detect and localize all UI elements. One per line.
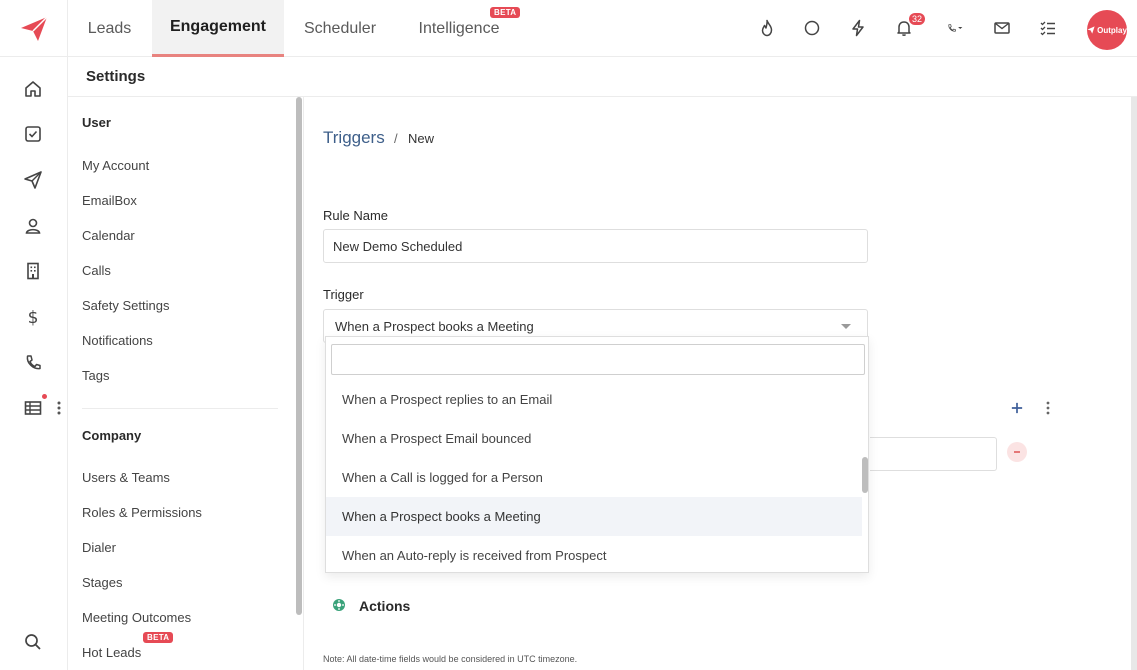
breadcrumb-current: New (408, 131, 435, 146)
tab-label: Leads (87, 19, 132, 37)
trigger-option[interactable]: When a Call is logged for a Person (326, 458, 862, 497)
sidebar-scrollbar[interactable] (296, 97, 302, 615)
trigger-option[interactable]: When a Prospect Email bounced (326, 419, 862, 458)
company-section-heading: Company (82, 428, 142, 443)
tab-scheduler[interactable]: Scheduler (292, 0, 388, 57)
condition-more-button[interactable] (1041, 397, 1055, 419)
sidebar-item-my-account[interactable]: My Account (82, 158, 149, 173)
plus-icon (1011, 402, 1023, 414)
sidebar-item-calls[interactable]: Calls (82, 263, 111, 278)
calls-phone-icon[interactable] (22, 352, 44, 374)
mail-envelope-icon[interactable] (991, 17, 1013, 39)
add-condition-button[interactable] (1006, 397, 1028, 419)
chevron-down-icon (841, 324, 851, 329)
breadcrumb-triggers-link[interactable]: Triggers (323, 128, 385, 148)
lightning-icon[interactable] (847, 17, 869, 39)
hot-leads-beta-badge: BETA (143, 632, 174, 643)
tab-label: Intelligence (418, 19, 500, 37)
checklist-icon[interactable] (1037, 17, 1059, 39)
tasks-check-icon[interactable] (22, 123, 44, 145)
trigger-option[interactable]: When an Auto-reply is received from Pros… (326, 536, 862, 575)
sidebar-item-dialer[interactable]: Dialer (82, 540, 116, 555)
trigger-label: Trigger (323, 287, 364, 302)
utc-timezone-note: Note: All date-time fields would be cons… (323, 654, 578, 664)
outplay-logo-icon[interactable] (20, 16, 48, 42)
dropdown-scrollbar[interactable] (862, 457, 868, 493)
hot-flame-icon[interactable] (756, 17, 778, 39)
main-scrollbar[interactable] (1131, 97, 1137, 670)
reports-table-icon[interactable] (22, 397, 44, 419)
trigger-option[interactable]: When a Prospect replies to an Email (326, 380, 862, 419)
search-icon[interactable] (22, 631, 44, 653)
sidebar-item-meeting-outcomes[interactable]: Meeting Outcomes (82, 610, 191, 625)
remove-condition-button[interactable] (1007, 442, 1027, 462)
avatar-label: Outplay (1097, 25, 1127, 35)
trigger-dropdown-menu: When a Prospect replies to an Email When… (325, 336, 869, 573)
kebab-icon (1046, 401, 1050, 415)
sidebar-item-users-teams[interactable]: Users & Teams (82, 470, 170, 485)
settings-title: Settings (86, 68, 146, 85)
rule-name-label: Rule Name (323, 208, 389, 223)
actions-section-label: Actions (359, 598, 411, 614)
sidebar-item-tags[interactable]: Tags (82, 368, 109, 383)
sidebar-item-calendar[interactable]: Calendar (82, 228, 135, 243)
sidebar-item-roles-permissions[interactable]: Roles & Permissions (82, 505, 202, 520)
more-kebab-icon[interactable] (55, 399, 63, 417)
dialer-phone-dropdown-icon[interactable] (939, 17, 973, 39)
svg-text:$: $ (28, 308, 39, 327)
sidebar-item-hot-leads[interactable]: Hot Leads (82, 645, 141, 660)
deals-dollar-icon[interactable]: $ (22, 306, 44, 328)
rail-divider (0, 56, 68, 57)
sidebar-divider (82, 408, 278, 409)
status-circle-icon[interactable] (801, 17, 823, 39)
tab-engagement[interactable]: Engagement (152, 0, 284, 57)
notification-count-badge: 32 (909, 13, 926, 25)
trigger-search-input[interactable] (331, 344, 865, 375)
top-navigation: Leads Engagement Scheduler Intelligence … (68, 0, 1137, 57)
sidebar-item-stages[interactable]: Stages (82, 575, 122, 590)
accounts-building-icon[interactable] (22, 260, 44, 282)
icon-rail: $ (0, 0, 68, 670)
trigger-selected-value: When a Prospect books a Meeting (335, 318, 534, 334)
actions-gear-icon (331, 597, 347, 613)
sequences-send-icon[interactable] (22, 169, 44, 191)
sidebar-item-notifications[interactable]: Notifications (82, 333, 153, 348)
user-section-heading: User (82, 115, 111, 130)
condition-value-input[interactable] (870, 437, 997, 471)
trigger-option-selected[interactable]: When a Prospect books a Meeting (326, 497, 862, 536)
account-avatar[interactable]: Outplay (1087, 10, 1127, 50)
sidebar-item-safety-settings[interactable]: Safety Settings (82, 298, 169, 313)
tab-leads[interactable]: Leads (68, 0, 151, 57)
minus-icon (1014, 451, 1020, 453)
reports-red-dot (42, 394, 47, 399)
beta-badge: BETA (490, 7, 521, 18)
prospects-person-icon[interactable] (22, 215, 44, 237)
tab-label: Engagement (169, 18, 266, 35)
tab-label: Scheduler (303, 19, 377, 37)
sidebar-item-emailbox[interactable]: EmailBox (82, 193, 137, 208)
breadcrumb-separator: / (394, 131, 398, 146)
trigger-editor-panel: Triggers / New Rule Name New Demo Schedu… (305, 97, 1137, 670)
home-icon[interactable] (22, 78, 44, 100)
settings-sidebar: User My Account EmailBox Calendar Calls … (68, 97, 304, 670)
rule-name-input[interactable]: New Demo Scheduled (323, 229, 868, 263)
outplay-mini-logo-icon (1087, 26, 1095, 34)
rule-name-value: New Demo Scheduled (333, 238, 463, 254)
